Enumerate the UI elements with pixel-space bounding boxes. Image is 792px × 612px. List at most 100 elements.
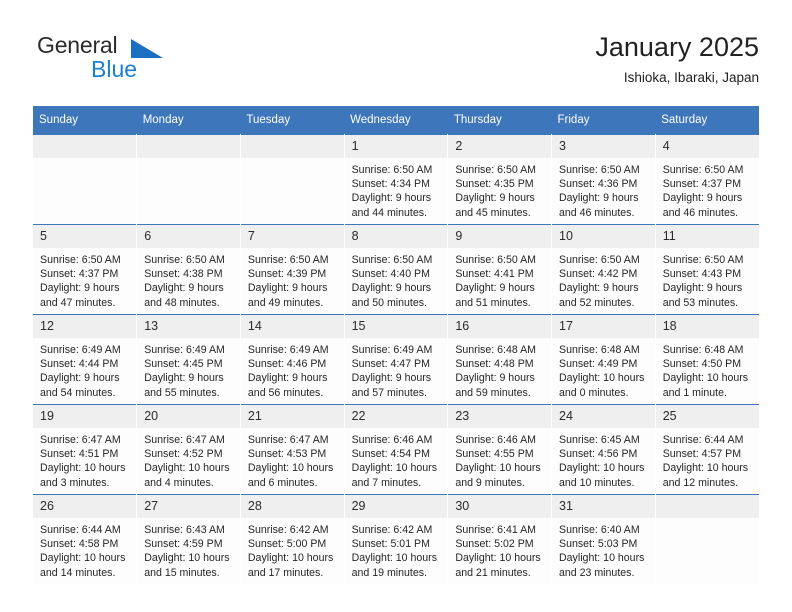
calendar-day-cell[interactable]: 3 Sunrise: 6:50 AM Sunset: 4:36 PM Daylight… <box>551 134 656 225</box>
day-sun-info: Sunrise: 6:47 AM Sunset: 4:53 PM Daylight:… <box>241 428 344 490</box>
calendar-day-cell[interactable]: 4 Sunrise: 6:50 AM Sunset: 4:37 PM Daylight… <box>654 134 759 225</box>
calendar-day-cell[interactable]: 11 Sunrise: 6:50 AM Sunset: 4:43 PM Dayligh… <box>654 224 759 315</box>
day-number: 9 <box>448 225 552 248</box>
calendar-day-cell[interactable]: 17 Sunrise: 6:48 AM Sunset: 4:49 PM Dayligh… <box>551 314 656 405</box>
calendar-day-cell[interactable]: 20 Sunrise: 6:47 AM Sunset: 4:52 PM Dayligh… <box>136 404 241 495</box>
day-sunrise-text: Sunrise: 6:50 AM <box>559 254 640 266</box>
day-daylight2-text: and 21 minutes. <box>455 566 531 579</box>
day-sunset-text: Sunset: 4:56 PM <box>559 448 638 461</box>
calendar-day-cell[interactable]: 18 Sunrise: 6:48 AM Sunset: 4:50 PM Dayligh… <box>654 314 759 405</box>
day-daylight1-text: Daylight: 9 hours <box>455 282 535 295</box>
day-daylight2-text: and 47 minutes. <box>40 296 116 309</box>
calendar-day-cell[interactable]: 12 Sunrise: 6:49 AM Sunset: 4:44 PM Dayligh… <box>33 314 138 405</box>
day-number: 14 <box>240 315 344 338</box>
day-daylight1-text: Daylight: 10 hours <box>455 462 541 475</box>
day-daylight2-text: and 48 minutes. <box>144 296 220 309</box>
day-daylight2-text: and 55 minutes. <box>144 386 220 399</box>
day-sun-info: Sunrise: 6:48 AM Sunset: 4:49 PM Daylight:… <box>552 338 655 400</box>
calendar-day-cell[interactable]: 30 Sunrise: 6:41 AM Sunset: 5:02 PM Dayligh… <box>447 494 553 584</box>
day-number <box>137 135 240 158</box>
day-sunset-text: Sunset: 4:44 PM <box>40 358 119 371</box>
day-daylight1-text: Daylight: 9 hours <box>247 372 328 385</box>
brand-name-blue: Blue <box>91 56 138 82</box>
day-sunset-text: Sunset: 4:55 PM <box>455 448 534 461</box>
calendar-day-cell[interactable]: 7 Sunrise: 6:50 AM Sunset: 4:39 PM Daylight… <box>239 224 345 315</box>
day-sunrise-text: Sunrise: 6:48 AM <box>662 344 744 356</box>
day-daylight2-text: and 45 minutes. <box>455 206 531 219</box>
day-daylight1-text: Daylight: 9 hours <box>144 282 224 295</box>
calendar-day-cell[interactable]: 16 Sunrise: 6:48 AM Sunset: 4:48 PM Dayligh… <box>447 314 553 405</box>
day-daylight1-text: Daylight: 9 hours <box>351 372 432 385</box>
calendar-day-cell[interactable]: 23 Sunrise: 6:46 AM Sunset: 4:55 PM Dayligh… <box>447 404 553 495</box>
day-sunrise-text: Sunrise: 6:50 AM <box>559 164 640 176</box>
calendar-day-cell[interactable]: 22 Sunrise: 6:46 AM Sunset: 4:54 PM Dayligh… <box>343 404 449 495</box>
day-daylight2-text: and 7 minutes. <box>351 476 422 489</box>
day-number: 30 <box>448 495 552 518</box>
day-sunset-text: Sunset: 4:59 PM <box>144 538 223 551</box>
brand-logo[interactable]: General Blue <box>33 30 293 90</box>
calendar-day-cell[interactable]: 15 Sunrise: 6:49 AM Sunset: 4:47 PM Dayligh… <box>343 314 449 405</box>
day-sunset-text: Sunset: 4:47 PM <box>351 358 430 371</box>
day-sunset-text: Sunset: 4:43 PM <box>662 268 742 281</box>
day-number: 16 <box>448 315 552 338</box>
day-number: 22 <box>344 405 448 428</box>
calendar-empty-cell <box>654 494 759 584</box>
day-number: 17 <box>552 315 655 338</box>
calendar-day-cell[interactable]: 31 Sunrise: 6:40 AM Sunset: 5:03 PM Dayligh… <box>551 494 656 584</box>
calendar-week-row: 1 Sunrise: 6:50 AM Sunset: 4:34 PM Daylight… <box>33 134 759 225</box>
day-sunset-text: Sunset: 4:57 PM <box>662 448 742 461</box>
day-sun-info: Sunrise: 6:42 AM Sunset: 5:01 PM Daylight:… <box>345 518 448 580</box>
day-daylight1-text: Daylight: 9 hours <box>40 282 120 295</box>
day-sun-info: Sunrise: 6:44 AM Sunset: 4:58 PM Daylight:… <box>33 518 136 580</box>
day-daylight1-text: Daylight: 10 hours <box>559 372 645 385</box>
day-sunset-text: Sunset: 4:38 PM <box>144 268 223 281</box>
day-daylight1-text: Daylight: 10 hours <box>351 462 437 475</box>
day-sunrise-text: Sunrise: 6:50 AM <box>351 254 433 266</box>
day-sun-info: Sunrise: 6:46 AM Sunset: 4:54 PM Daylight:… <box>345 428 448 490</box>
day-sunset-text: Sunset: 4:48 PM <box>455 358 534 371</box>
weekday-header-tuesday: Tuesday <box>240 106 345 135</box>
day-sunrise-text: Sunrise: 6:42 AM <box>247 524 329 536</box>
day-daylight2-text: and 57 minutes. <box>351 386 427 399</box>
day-sun-info: Sunrise: 6:47 AM Sunset: 4:52 PM Daylight:… <box>137 428 240 490</box>
day-sunset-text: Sunset: 5:02 PM <box>455 538 534 551</box>
weekday-header-friday: Friday <box>551 106 656 135</box>
weekday-header-thursday: Thursday <box>447 106 552 135</box>
calendar-day-cell[interactable]: 27 Sunrise: 6:43 AM Sunset: 4:59 PM Dayligh… <box>136 494 241 584</box>
calendar-day-cell[interactable]: 10 Sunrise: 6:50 AM Sunset: 4:42 PM Dayligh… <box>551 224 656 315</box>
day-sunrise-text: Sunrise: 6:50 AM <box>662 164 744 176</box>
calendar-day-cell[interactable]: 13 Sunrise: 6:49 AM Sunset: 4:45 PM Dayligh… <box>136 314 241 405</box>
day-daylight1-text: Daylight: 10 hours <box>559 462 645 475</box>
day-sunrise-text: Sunrise: 6:49 AM <box>144 344 225 356</box>
calendar-day-cell[interactable]: 6 Sunrise: 6:50 AM Sunset: 4:38 PM Daylight… <box>136 224 241 315</box>
day-sunset-text: Sunset: 4:45 PM <box>144 358 223 371</box>
calendar-day-cell[interactable]: 26 Sunrise: 6:44 AM Sunset: 4:58 PM Dayligh… <box>33 494 138 584</box>
day-sun-info: Sunrise: 6:47 AM Sunset: 4:51 PM Daylight:… <box>33 428 136 490</box>
day-number: 7 <box>240 225 344 248</box>
day-sunrise-text: Sunrise: 6:50 AM <box>144 254 225 266</box>
calendar-day-cell[interactable]: 21 Sunrise: 6:47 AM Sunset: 4:53 PM Dayligh… <box>239 404 345 495</box>
location-subtitle: Ishioka, Ibaraki, Japan <box>623 70 759 85</box>
day-number <box>240 135 344 158</box>
day-sunset-text: Sunset: 4:40 PM <box>351 268 430 281</box>
day-sunrise-text: Sunrise: 6:45 AM <box>559 434 640 446</box>
day-daylight2-text: and 6 minutes. <box>247 476 318 489</box>
calendar-day-cell[interactable]: 5 Sunrise: 6:50 AM Sunset: 4:37 PM Daylight… <box>33 224 138 315</box>
day-number: 31 <box>552 495 655 518</box>
calendar-day-cell[interactable]: 1 Sunrise: 6:50 AM Sunset: 4:34 PM Daylight… <box>343 134 449 225</box>
calendar-day-cell[interactable]: 19 Sunrise: 6:47 AM Sunset: 4:51 PM Dayligh… <box>33 404 138 495</box>
day-daylight2-text: and 17 minutes. <box>247 566 324 579</box>
day-sun-info: Sunrise: 6:50 AM Sunset: 4:35 PM Daylight:… <box>448 158 551 220</box>
day-number: 10 <box>552 225 655 248</box>
calendar-day-cell[interactable]: 28 Sunrise: 6:42 AM Sunset: 5:00 PM Dayligh… <box>239 494 345 584</box>
calendar-page: General Blue January 2025 Ishioka, Ibara… <box>0 0 792 612</box>
calendar-day-cell[interactable]: 25 Sunrise: 6:44 AM Sunset: 4:57 PM Dayligh… <box>654 404 759 495</box>
calendar-day-cell[interactable]: 14 Sunrise: 6:49 AM Sunset: 4:46 PM Dayligh… <box>239 314 345 405</box>
calendar-day-cell[interactable]: 2 Sunrise: 6:50 AM Sunset: 4:35 PM Daylight… <box>447 134 553 225</box>
calendar-day-cell[interactable]: 9 Sunrise: 6:50 AM Sunset: 4:41 PM Daylight… <box>447 224 553 315</box>
calendar-day-cell[interactable]: 29 Sunrise: 6:42 AM Sunset: 5:01 PM Dayligh… <box>343 494 449 584</box>
day-sunrise-text: Sunrise: 6:50 AM <box>247 254 329 266</box>
day-daylight2-text: and 4 minutes. <box>144 476 214 489</box>
calendar-day-cell[interactable]: 24 Sunrise: 6:45 AM Sunset: 4:56 PM Dayligh… <box>551 404 656 495</box>
calendar-day-cell[interactable]: 8 Sunrise: 6:50 AM Sunset: 4:40 PM Daylight… <box>343 224 449 315</box>
